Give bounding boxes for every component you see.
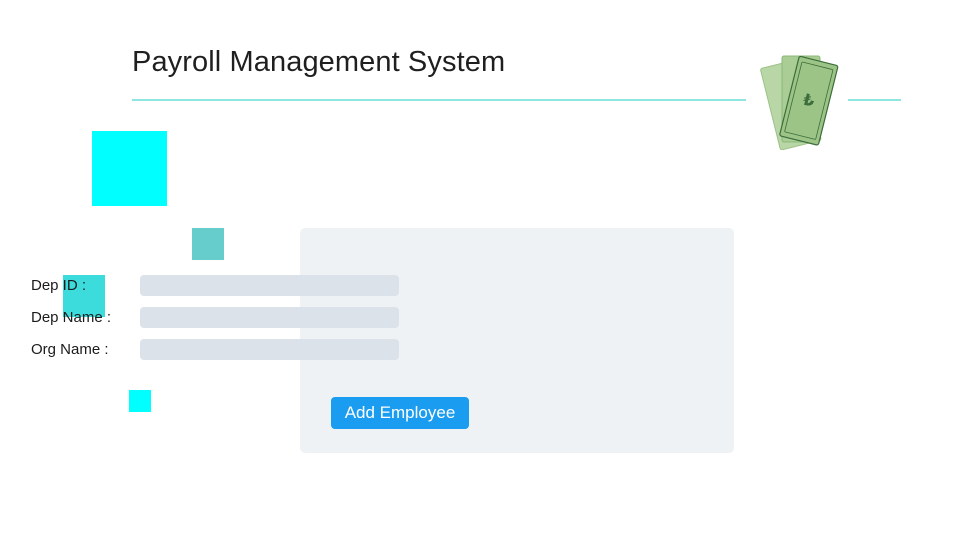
org-name-field[interactable]	[140, 339, 399, 360]
title-underline	[132, 99, 746, 101]
dep-name-row: Dep Name :	[31, 307, 401, 329]
money-bills-icon: ₺	[760, 55, 839, 150]
dep-name-field[interactable]	[140, 307, 399, 328]
title-underline-right	[848, 99, 901, 101]
add-employee-button[interactable]: Add Employee	[331, 397, 469, 429]
dep-id-field[interactable]	[140, 275, 399, 296]
decorative-square	[129, 390, 151, 412]
org-name-row: Org Name :	[31, 339, 401, 361]
dep-name-label: Dep Name :	[31, 309, 112, 326]
org-name-label: Org Name :	[31, 341, 109, 358]
decorative-square	[192, 228, 224, 260]
dep-id-label: Dep ID :	[31, 277, 87, 294]
page-title: Payroll Management System	[132, 46, 506, 78]
page: Payroll Management System ₺ Dep ID : Dep…	[0, 0, 980, 545]
decorative-square	[92, 131, 167, 206]
dep-id-row: Dep ID :	[31, 275, 401, 297]
